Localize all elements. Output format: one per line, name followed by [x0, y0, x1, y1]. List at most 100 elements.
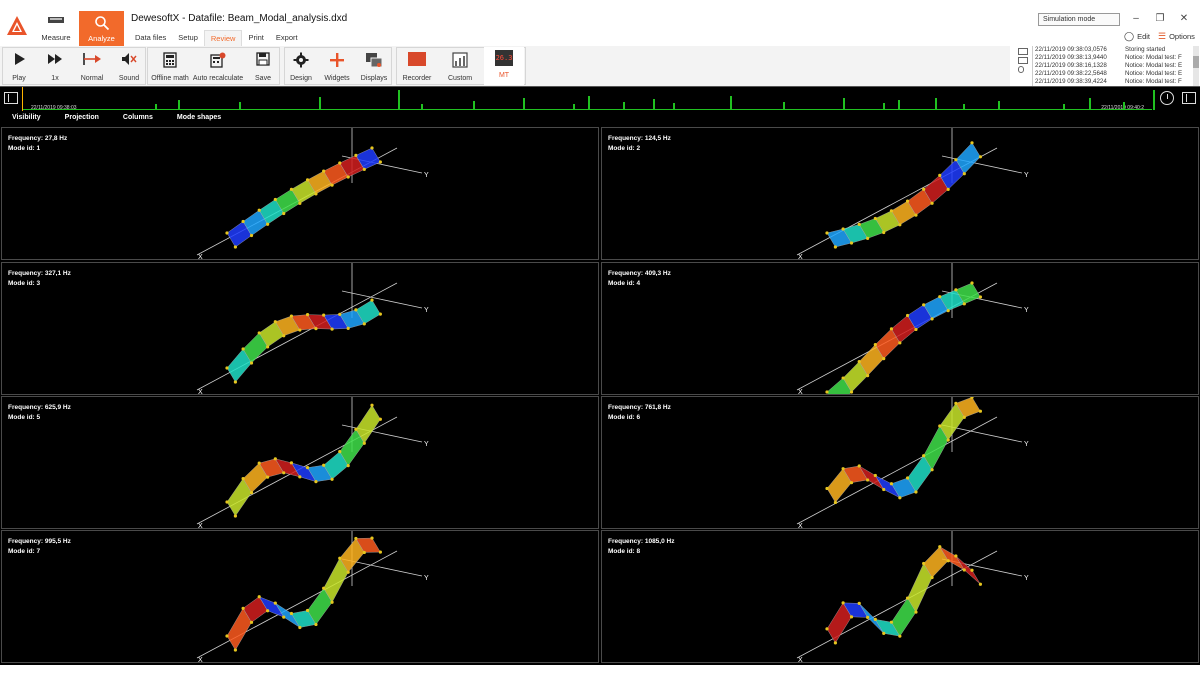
- mode-shape-node: [930, 201, 934, 205]
- tab-print[interactable]: Print: [242, 30, 269, 46]
- notice-row[interactable]: 22/11/2019 09:38:39,4224 Notice: Modal te…: [1033, 78, 1200, 86]
- analyze-mode-button[interactable]: Analyze: [79, 11, 124, 46]
- measure-icon: [48, 17, 64, 23]
- keyboard-icon[interactable]: [1018, 48, 1028, 55]
- sound-button[interactable]: Sound: [113, 47, 145, 85]
- calculator-icon: [163, 52, 177, 68]
- minimize-icon[interactable]: –: [1130, 13, 1142, 25]
- mode-shape-node: [314, 192, 318, 196]
- mode-shape-node: [954, 554, 958, 558]
- widgets-button[interactable]: Widgets: [321, 47, 353, 85]
- mode-id: Mode id: 2: [608, 145, 641, 152]
- notice-time: 22/11/2019 09:38:13,9440: [1035, 54, 1107, 61]
- mode-shape-panel[interactable]: XY Frequency: 625,9 Hz Mode id: 5: [1, 396, 599, 529]
- mode-shape-3d-view[interactable]: XY: [2, 397, 599, 529]
- mode-shape-node: [857, 360, 861, 364]
- mode-shape-panel[interactable]: XY Frequency: 327,1 Hz Mode id: 3: [1, 262, 599, 395]
- mode-shape-node: [849, 481, 854, 485]
- mode-shape-node: [978, 582, 982, 586]
- tab-mode-shapes[interactable]: Mode shapes: [165, 111, 233, 125]
- measure-mode-button[interactable]: Measure: [33, 11, 79, 45]
- speed-button[interactable]: 1x: [40, 47, 70, 85]
- mode-shape-node: [841, 227, 845, 231]
- mode-shape-panel[interactable]: XY Frequency: 995,5 Hz Mode id: 7: [1, 530, 599, 663]
- mode-shape-panel[interactable]: XY Frequency: 124,5 Hz Mode id: 2: [601, 127, 1199, 260]
- save-button[interactable]: Save: [248, 47, 278, 85]
- mode-shape-node: [833, 641, 837, 645]
- left-panel-toggle-icon[interactable]: [4, 92, 18, 104]
- mode-shape-node: [946, 559, 950, 563]
- clock-icon[interactable]: [1160, 91, 1174, 105]
- mode-shape-node: [338, 450, 342, 454]
- mode-shape-3d-view[interactable]: XY: [602, 263, 1199, 395]
- mode-shape-3d-view[interactable]: XY: [602, 397, 1199, 529]
- mt-button[interactable]: 26.3 MT: [484, 47, 524, 85]
- auto-recalculate-button[interactable]: Auto recalculate: [192, 47, 244, 85]
- notice-row[interactable]: 22/11/2019 09:38:16,1328 Notice: Modal te…: [1033, 62, 1200, 70]
- menu-tabs: Data files Setup Review Print Export: [129, 30, 304, 46]
- status-strip: [0, 665, 1200, 675]
- notice-row[interactable]: 22/11/2019 09:38:22,5648 Notice: Modal te…: [1033, 70, 1200, 78]
- custom-label: Custom: [447, 75, 473, 82]
- normal-play-icon: [83, 53, 101, 65]
- overview-timeline[interactable]: 22/11/2019 09:38:03 22/11/2019 09:40:2: [22, 87, 1155, 112]
- mode-shape-node: [322, 586, 326, 590]
- mode-shape-node: [282, 334, 286, 338]
- notice-scrollbar[interactable]: [1193, 46, 1199, 86]
- restore-icon[interactable]: ❐: [1154, 13, 1166, 25]
- mode-shape-panel[interactable]: XY Frequency: 27,8 Hz Mode id: 1: [1, 127, 599, 260]
- mode-shape-3d-view[interactable]: XY: [2, 263, 599, 395]
- custom-button[interactable]: Custom: [444, 47, 476, 85]
- notice-message: Notice: Modal test: F: [1125, 54, 1182, 61]
- mode-shape-node: [305, 178, 310, 182]
- options-button[interactable]: ☰ Options: [1158, 31, 1195, 42]
- document-icon[interactable]: [1018, 57, 1028, 64]
- tab-export[interactable]: Export: [270, 30, 304, 46]
- close-icon[interactable]: ✕: [1178, 13, 1190, 25]
- mode-shape-node: [866, 615, 870, 620]
- mode-shape-node: [962, 302, 966, 306]
- mode-shape-node: [825, 231, 829, 235]
- overview-signal-spike: [935, 98, 937, 110]
- recorder-button[interactable]: Recorder: [398, 47, 436, 85]
- tab-setup[interactable]: Setup: [172, 30, 204, 46]
- mode-shape-panel[interactable]: XY Frequency: 1085,0 Hz Mode id: 8: [601, 530, 1199, 663]
- mode-shape-node: [330, 600, 334, 604]
- tab-projection[interactable]: Projection: [53, 111, 111, 125]
- tab-columns[interactable]: Columns: [111, 111, 165, 125]
- design-button[interactable]: Design: [286, 47, 316, 85]
- mode-shape-node: [322, 313, 326, 317]
- mode-shape-3d-view[interactable]: XY: [602, 531, 1199, 663]
- microphone-icon[interactable]: [1018, 66, 1024, 73]
- analyze-label: Analyze: [88, 34, 115, 43]
- x-axis-line: [196, 282, 398, 391]
- mode-shape-node: [225, 231, 229, 235]
- mode-shape-panel[interactable]: XY Frequency: 761,8 Hz Mode id: 6: [601, 396, 1199, 529]
- mode-shape-panel[interactable]: XY Frequency: 409,3 Hz Mode id: 4: [601, 262, 1199, 395]
- play-button[interactable]: Play: [4, 47, 34, 85]
- edit-button[interactable]: ◯ Edit: [1124, 31, 1150, 42]
- notice-row[interactable]: 22/11/2019 09:38:13,9440 Notice: Modal te…: [1033, 54, 1200, 62]
- x-axis-label: X: [198, 657, 203, 663]
- tab-review[interactable]: Review: [203, 30, 243, 46]
- mode-shape-node: [225, 366, 229, 370]
- offline-math-button[interactable]: Offline math: [149, 47, 191, 85]
- mode-shape-node: [889, 327, 894, 331]
- mode-shape-node: [266, 609, 270, 613]
- mode-shape-3d-view[interactable]: XY: [2, 531, 599, 663]
- normal-button[interactable]: Normal: [76, 47, 108, 85]
- notice-row[interactable]: 22/11/2019 09:38:03,0576 Storing started: [1033, 46, 1200, 54]
- right-panel-toggle-icon[interactable]: [1182, 92, 1196, 104]
- mode-shape-3d-view[interactable]: XY: [2, 128, 599, 260]
- plus-icon: [330, 53, 344, 67]
- displays-button[interactable]: Displays: [358, 47, 390, 85]
- tab-visibility[interactable]: Visibility: [0, 111, 53, 125]
- simulation-mode-field[interactable]: Simulation mode: [1038, 13, 1120, 26]
- auto-recalculate-label: Auto recalculate: [192, 75, 244, 82]
- mode-shape-node: [970, 141, 974, 145]
- mode-shape-node: [978, 155, 982, 159]
- mode-shape-3d-view[interactable]: XY: [602, 128, 1199, 260]
- tab-data-files[interactable]: Data files: [129, 30, 172, 46]
- offline-math-label: Offline math: [151, 75, 189, 82]
- mode-shape-node: [225, 500, 229, 504]
